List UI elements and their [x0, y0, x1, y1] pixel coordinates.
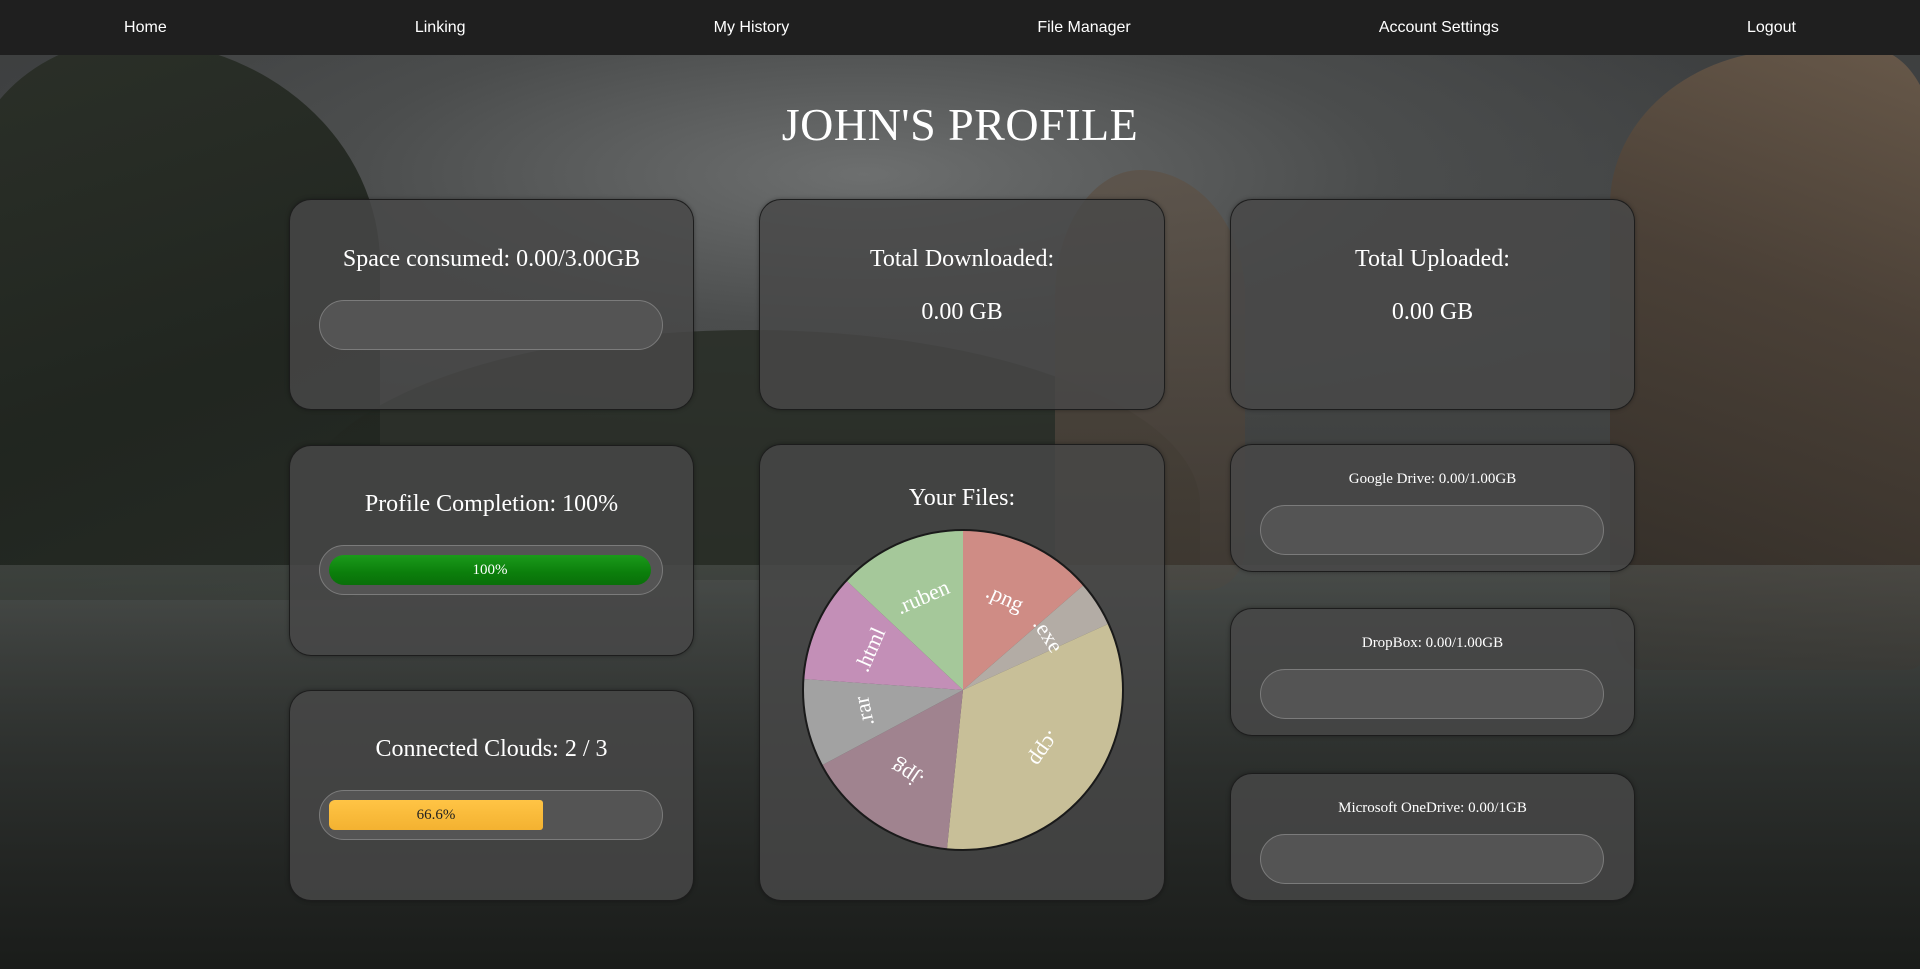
total-downloaded-card: Total Downloaded: 0.00 GB	[759, 199, 1165, 410]
total-uploaded-label: Total Uploaded:	[1355, 246, 1510, 272]
total-downloaded-label: Total Downloaded:	[869, 246, 1055, 272]
file-types-pie-chart: .png .exe .cpp .jpg .rar .html .ruben	[800, 527, 1126, 853]
space-consumed-progress-bar	[319, 300, 663, 350]
nav-home[interactable]: Home	[118, 15, 173, 41]
your-files-card: Your Files: .png .exe .cpp .jpg .rar .html .ru…	[759, 444, 1165, 901]
onedrive-progress-bar	[1260, 834, 1604, 884]
dropbox-card: DropBox: 0.00/1.00GB	[1230, 608, 1635, 736]
profile-completion-progress-fill: 100%	[329, 555, 651, 585]
google-drive-progress-bar	[1260, 505, 1604, 555]
dropbox-progress-bar	[1260, 669, 1604, 719]
google-drive-card: Google Drive: 0.00/1.00GB	[1230, 444, 1635, 572]
profile-completion-card: Profile Completion: 100% 100%	[289, 445, 694, 656]
top-navbar: Home Linking My History File Manager Acc…	[0, 0, 1920, 55]
total-downloaded-value: 0.00 GB	[921, 299, 1003, 325]
connected-clouds-label: Connected Clouds: 2 / 3	[375, 736, 608, 762]
nav-account-settings[interactable]: Account Settings	[1373, 15, 1505, 41]
profile-completion-progress-text: 100%	[472, 561, 508, 578]
nav-linking[interactable]: Linking	[409, 15, 472, 41]
connected-clouds-progress-bar: 66.6%	[319, 790, 663, 840]
onedrive-label: Microsoft OneDrive: 0.00/1GB	[1338, 800, 1527, 816]
nav-file-manager[interactable]: File Manager	[1031, 15, 1136, 41]
dropbox-label: DropBox: 0.00/1.00GB	[1361, 635, 1504, 651]
total-uploaded-card: Total Uploaded: 0.00 GB	[1230, 199, 1635, 410]
space-consumed-label: Space consumed: 0.00/3.00GB	[342, 246, 641, 272]
space-consumed-card: Space consumed: 0.00/3.00GB	[289, 199, 694, 410]
connected-clouds-card: Connected Clouds: 2 / 3 66.6%	[289, 690, 694, 901]
page-title: JOHN'S PROFILE	[781, 99, 1139, 150]
connected-clouds-progress-text: 66.6%	[416, 806, 456, 823]
your-files-label: Your Files:	[908, 485, 1016, 511]
onedrive-card: Microsoft OneDrive: 0.00/1GB	[1230, 773, 1635, 901]
nav-logout[interactable]: Logout	[1741, 15, 1802, 41]
connected-clouds-progress-fill: 66.6%	[329, 800, 543, 830]
profile-completion-progress-bar: 100%	[319, 545, 663, 595]
profile-completion-label: Profile Completion: 100%	[364, 491, 619, 517]
google-drive-label: Google Drive: 0.00/1.00GB	[1348, 471, 1517, 487]
nav-my-history[interactable]: My History	[708, 15, 796, 41]
total-uploaded-value: 0.00 GB	[1391, 299, 1474, 325]
pie-chart-svg: .png.exe.cpp.jpg.rar.html.ruben	[802, 529, 1124, 851]
